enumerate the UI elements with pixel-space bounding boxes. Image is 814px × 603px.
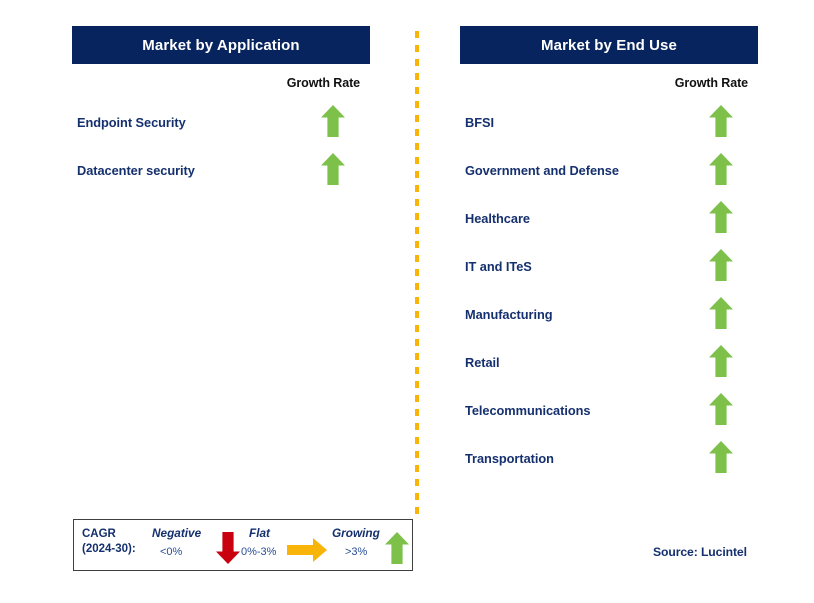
list-item[interactable]: IT and ITeS [460,248,758,296]
application-rows: Endpoint Security Datacenter security [72,104,370,200]
row-label: Retail [465,355,500,370]
end-use-rows: BFSI Government and Defense Healthcare I… [460,104,758,488]
list-item[interactable]: Transportation [460,440,758,488]
growth-rate-column-header-right: Growth Rate [674,76,748,90]
row-label: Telecommunications [465,403,591,418]
arrow-up-icon [384,531,410,565]
legend-value-growing: >3% [345,546,368,558]
arrow-up-icon [708,344,734,378]
arrow-up-icon [708,152,734,186]
list-item[interactable]: Endpoint Security [72,104,370,152]
arrow-up-icon [708,440,734,474]
row-label: Endpoint Security [77,115,186,130]
row-label: Datacenter security [77,163,195,178]
legend-title-line2: (2024-30): [82,543,136,555]
vertical-dashed-divider [415,31,419,515]
list-item[interactable]: Healthcare [460,200,758,248]
arrow-up-icon [708,200,734,234]
list-item[interactable]: Telecommunications [460,392,758,440]
legend-title: CAGR (2024-30): [82,527,136,557]
legend-label-negative: Negative [152,526,202,540]
row-label: BFSI [465,115,494,130]
arrow-right-icon [286,537,328,563]
growth-rate-column-header-left: Growth Rate [286,76,360,90]
list-item[interactable]: Government and Defense [460,152,758,200]
legend-value-flat: 0%-3% [241,546,277,558]
list-item[interactable]: Manufacturing [460,296,758,344]
list-item[interactable]: Datacenter security [72,152,370,200]
arrow-up-icon [708,392,734,426]
arrow-up-icon [320,104,346,138]
arrow-up-icon [708,296,734,330]
panel-title-end-use: Market by End Use [460,26,758,64]
row-label: Healthcare [465,211,530,226]
cagr-legend: CAGR (2024-30): Negative <0% Flat 0%-3% … [73,519,413,571]
source-attribution: Source: Lucintel [653,545,747,559]
legend-label-growing: Growing [332,526,380,540]
arrow-up-icon [320,152,346,186]
legend-value-negative: <0% [160,546,183,558]
list-item[interactable]: BFSI [460,104,758,152]
row-label: Manufacturing [465,307,553,322]
row-label: IT and ITeS [465,259,532,274]
arrow-up-icon [708,248,734,282]
legend-label-flat: Flat [249,526,270,540]
list-item[interactable]: Retail [460,344,758,392]
legend-title-line1: CAGR [82,528,116,540]
row-label: Government and Defense [465,163,619,178]
arrow-up-icon [708,104,734,138]
panel-title-application: Market by Application [72,26,370,64]
arrow-down-icon [215,531,241,565]
row-label: Transportation [465,451,554,466]
